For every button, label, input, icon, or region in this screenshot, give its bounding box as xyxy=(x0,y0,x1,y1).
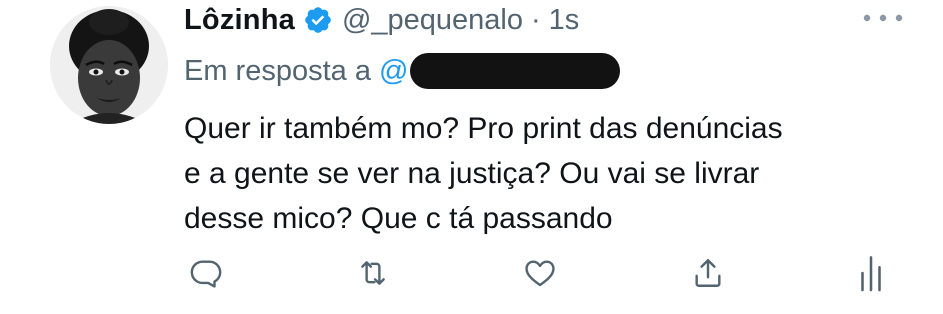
reply-mention[interactable]: @ xyxy=(379,55,408,88)
share-icon xyxy=(695,259,721,287)
avatar[interactable] xyxy=(50,6,168,124)
tweet-text-line: Quer ir também mo? Pro print das denúnci… xyxy=(184,112,783,145)
share-button[interactable] xyxy=(685,250,731,296)
redacted-mention xyxy=(410,53,621,89)
like-button[interactable] xyxy=(517,250,563,296)
tweet-text: Quer ir também mo? Pro print das denúnci… xyxy=(184,106,924,241)
like-icon xyxy=(525,260,555,287)
retweet-icon xyxy=(361,261,385,285)
timestamp[interactable]: 1s xyxy=(549,4,580,37)
display-name[interactable]: Lôzinha xyxy=(184,4,295,37)
tweet-text-line: desse mico? Que c tá passando xyxy=(184,202,613,235)
tweet-text-line: e a gente se ver na justiça? Ou vai se l… xyxy=(184,157,760,190)
reply-prefix: Em resposta a xyxy=(184,54,371,87)
tweet[interactable]: Lôzinha @_pequenalo · 1s Em resposta a @… xyxy=(0,0,943,314)
tweet-header: Lôzinha @_pequenalo · 1s xyxy=(184,0,579,40)
analytics-icon xyxy=(861,256,881,292)
reply-context: Em resposta a @ xyxy=(184,50,621,92)
verified-badge-icon xyxy=(303,5,333,35)
reply-button[interactable] xyxy=(183,250,229,296)
reply-icon xyxy=(190,260,222,288)
retweet-button[interactable] xyxy=(350,250,396,296)
avatar-image xyxy=(50,6,168,124)
action-bar xyxy=(0,250,943,300)
separator-dot: · xyxy=(531,3,541,36)
analytics-button[interactable] xyxy=(848,250,894,296)
handle[interactable]: @_pequenalo xyxy=(342,4,523,37)
more-options-icon[interactable] xyxy=(858,10,908,26)
